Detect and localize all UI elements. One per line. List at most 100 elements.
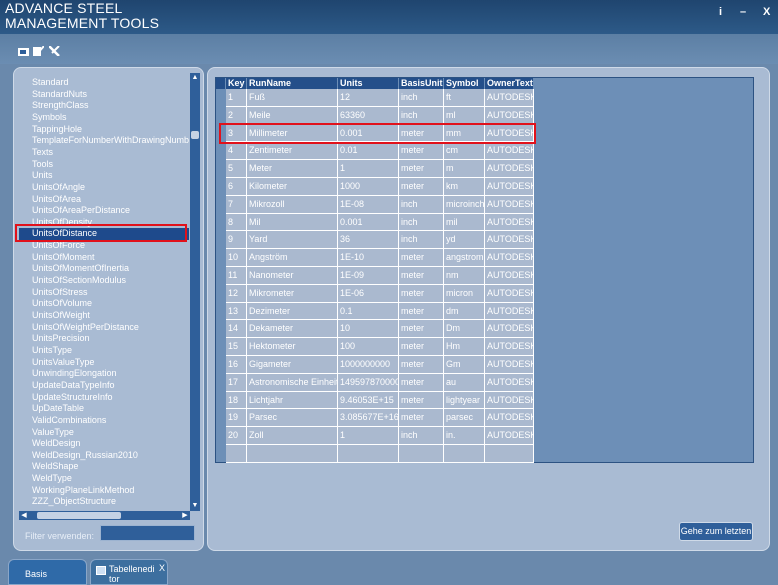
- table-cell[interactable]: 11: [226, 267, 247, 285]
- table-cell[interactable]: AUTODESK: [485, 195, 534, 214]
- tree-item[interactable]: UnitsOfVolume: [32, 298, 192, 310]
- scroll-down-icon[interactable]: ▼: [190, 501, 200, 511]
- table-cell[interactable]: meter: [399, 320, 444, 339]
- scroll-left-icon[interactable]: ◀: [19, 511, 29, 520]
- table-cell[interactable]: AUTODESK: [485, 284, 534, 303]
- table-cell[interactable]: 4: [226, 142, 247, 161]
- column-header[interactable]: Symbol: [444, 78, 485, 89]
- table-cell[interactable]: meter: [399, 338, 444, 356]
- table-cell[interactable]: meter: [399, 373, 444, 392]
- tab-basis[interactable]: Basis: [8, 559, 87, 585]
- tree-item[interactable]: UnitsOfAngle: [32, 182, 192, 194]
- table-cell[interactable]: 19: [226, 409, 247, 428]
- table-cell[interactable]: m: [444, 160, 485, 178]
- table-cell[interactable]: meter: [399, 160, 444, 178]
- tree-item[interactable]: Symbols: [32, 112, 192, 124]
- table-cell[interactable]: AUTODESK: [485, 320, 534, 339]
- table-cell[interactable]: 9.46053E+15: [338, 391, 399, 410]
- tree-item[interactable]: UpdateStructureInfo: [32, 392, 192, 404]
- table-cell[interactable]: AUTODESK: [485, 124, 534, 143]
- table-cell[interactable]: 149597870000: [338, 373, 399, 392]
- table-cell[interactable]: 8: [226, 213, 247, 232]
- table-cell[interactable]: AUTODESK: [485, 427, 534, 445]
- table-cell[interactable]: cm: [444, 142, 485, 161]
- table-cell[interactable]: 36: [338, 231, 399, 250]
- tree-item[interactable]: Tools: [32, 159, 192, 171]
- tree-item[interactable]: Units: [32, 170, 192, 182]
- table-cell[interactable]: 1: [226, 89, 247, 107]
- table-cell[interactable]: AUTODESK: [485, 356, 534, 374]
- tree-item[interactable]: UpDateTable: [32, 403, 192, 415]
- table-cell[interactable]: AUTODESK: [485, 213, 534, 232]
- column-header[interactable]: OwnerText: [485, 78, 534, 89]
- table-cell[interactable]: AUTODESK: [485, 178, 534, 196]
- table-cell[interactable]: 9: [226, 231, 247, 250]
- table-cell[interactable]: angstrom: [444, 249, 485, 267]
- tree-item[interactable]: UnitsOfWeightPerDistance: [32, 322, 192, 334]
- table-cell[interactable]: 14: [226, 320, 247, 339]
- table-cell[interactable]: micron: [444, 284, 485, 303]
- tree-item[interactable]: UnitsOfWeight: [32, 310, 192, 322]
- table-cell[interactable]: Gigameter: [247, 356, 338, 374]
- table-cell[interactable]: 13: [226, 302, 247, 321]
- table-cell[interactable]: 0.001: [338, 124, 399, 143]
- table-cell[interactable]: [444, 445, 485, 463]
- table-cell[interactable]: Dm: [444, 320, 485, 339]
- table-cell[interactable]: AUTODESK: [485, 106, 534, 125]
- tree-item[interactable]: WorkingPlaneLinkMethod: [32, 485, 192, 497]
- table-cell[interactable]: mm: [444, 124, 485, 143]
- table-cell[interactable]: meter: [399, 409, 444, 428]
- table-cell[interactable]: meter: [399, 142, 444, 161]
- tree-item[interactable]: ZZZ_ObjectStructure: [32, 496, 192, 508]
- table-cell[interactable]: 10: [226, 249, 247, 267]
- table-tree[interactable]: Standard StandardNuts StrengthClass Symbols…: [19, 73, 192, 511]
- column-header[interactable]: Units: [338, 78, 399, 89]
- table-cell[interactable]: inch: [399, 195, 444, 214]
- table-cell[interactable]: Zentimeter: [247, 142, 338, 161]
- table-cell[interactable]: AUTODESK: [485, 338, 534, 356]
- column-header[interactable]: Key: [226, 78, 247, 89]
- table-cell[interactable]: AUTODESK: [485, 409, 534, 428]
- tab-table-editor[interactable]: Tabelleneditor X: [90, 559, 168, 585]
- table-cell[interactable]: 1: [338, 427, 399, 445]
- tree-item[interactable]: TappingHole: [32, 124, 192, 136]
- filter-input[interactable]: [100, 525, 195, 541]
- table-cell[interactable]: Millimeter: [247, 124, 338, 143]
- table-cell[interactable]: 0.1: [338, 302, 399, 321]
- select-all-corner[interactable]: [216, 78, 226, 89]
- table-cell[interactable]: meter: [399, 356, 444, 374]
- table-cell[interactable]: meter: [399, 302, 444, 321]
- tree-item[interactable]: UnitsOfMoment: [32, 252, 192, 264]
- table-cell[interactable]: Mil: [247, 213, 338, 232]
- tree-item[interactable]: UpdateDataTypeInfo: [32, 380, 192, 392]
- table-cell[interactable]: in.: [444, 427, 485, 445]
- table-cell[interactable]: dm: [444, 302, 485, 321]
- scroll-up-icon[interactable]: ▲: [190, 73, 200, 83]
- tree-item[interactable]: TemplateForNumberWithDrawingNumb: [32, 135, 192, 147]
- table-cell[interactable]: AUTODESK: [485, 302, 534, 321]
- table-cell[interactable]: 1E-08: [338, 195, 399, 214]
- data-grid[interactable]: Key RunName Units BasisUnit Symbol OwnerText …: [215, 77, 754, 463]
- table-cell[interactable]: AUTODESK: [485, 391, 534, 410]
- tree-item[interactable]: Texts: [32, 147, 192, 159]
- table-cell[interactable]: AUTODESK: [485, 142, 534, 161]
- table-cell[interactable]: 16: [226, 356, 247, 374]
- table-cell[interactable]: 6: [226, 178, 247, 196]
- table-cell[interactable]: 12: [338, 89, 399, 107]
- table-cell[interactable]: 1: [338, 160, 399, 178]
- table-cell[interactable]: km: [444, 178, 485, 196]
- tree-item[interactable]: WeldType: [32, 473, 192, 485]
- table-cell[interactable]: 1000: [338, 178, 399, 196]
- table-cell[interactable]: 0.01: [338, 142, 399, 161]
- tree-item[interactable]: Standard: [32, 77, 192, 89]
- table-cell[interactable]: 5: [226, 160, 247, 178]
- goto-last-button[interactable]: Gehe zum letzten: [679, 522, 753, 541]
- scroll-right-icon[interactable]: ▶: [180, 511, 190, 520]
- table-cell[interactable]: Kilometer: [247, 178, 338, 196]
- table-cell[interactable]: 18: [226, 391, 247, 410]
- table-cell[interactable]: ft: [444, 89, 485, 107]
- table-cell[interactable]: 100: [338, 338, 399, 356]
- table-cell[interactable]: AUTODESK: [485, 231, 534, 250]
- table-cell[interactable]: 0.001: [338, 213, 399, 232]
- table-cell[interactable]: [226, 445, 247, 463]
